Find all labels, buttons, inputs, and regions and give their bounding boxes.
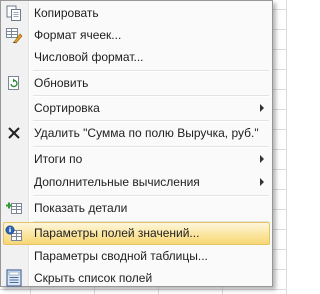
menu-item-number-format[interactable]: Числовой формат... (3, 46, 270, 68)
menu-item-show-details[interactable]: Показать детали (3, 197, 270, 219)
menu-item-label: Итоги по (34, 152, 83, 166)
menu-item-label: Числовой формат... (34, 50, 144, 64)
field-settings-icon (5, 225, 22, 241)
format-cells-icon (6, 28, 23, 44)
menu-item-summarize-by[interactable]: Итоги по (3, 148, 270, 170)
menu-item-label: Удалить "Сумма по полю Выручка, руб." (34, 126, 259, 140)
menu-item-format-cells[interactable]: Формат ячеек... (3, 24, 270, 46)
menu-item-label: Показать детали (34, 201, 128, 215)
refresh-icon (8, 76, 19, 90)
field-list-icon (6, 269, 22, 287)
menu-item-label: Формат ячеек... (34, 28, 122, 42)
submenu-arrow-icon (260, 155, 264, 163)
menu-item-copy[interactable]: Копировать (3, 2, 270, 24)
show-details-icon (6, 202, 22, 214)
submenu-arrow-icon (260, 104, 264, 112)
menu-item-refresh[interactable]: Обновить (3, 72, 270, 94)
delete-x-icon (8, 127, 20, 139)
menu-item-label: Дополнительные вычисления (34, 175, 200, 189)
menu-item-value-field-settings[interactable]: Параметры полей значений... (3, 222, 270, 245)
menu-item-label: Сортировка (34, 101, 100, 115)
menu-item-hide-field-list[interactable]: Скрыть список полей (3, 267, 270, 289)
menu-item-label: Обновить (34, 76, 89, 90)
menu-item-pivot-options[interactable]: Параметры сводной таблицы... (3, 245, 270, 267)
copy-icon (6, 5, 21, 21)
menu-item-sort[interactable]: Сортировка (3, 97, 270, 119)
menu-item-label: Параметры полей значений... (34, 226, 200, 240)
menu-item-label: Скрыть список полей (34, 271, 153, 285)
context-menu: Копировать Формат ячеек... Числовой форм… (0, 0, 273, 287)
menu-item-label: Копировать (34, 6, 99, 20)
submenu-arrow-icon (260, 178, 264, 186)
menu-item-show-values-as[interactable]: Дополнительные вычисления (3, 171, 270, 193)
menu-item-remove-field[interactable]: Удалить "Сумма по полю Выручка, руб." (3, 122, 270, 144)
menu-item-label: Параметры сводной таблицы... (34, 249, 208, 263)
